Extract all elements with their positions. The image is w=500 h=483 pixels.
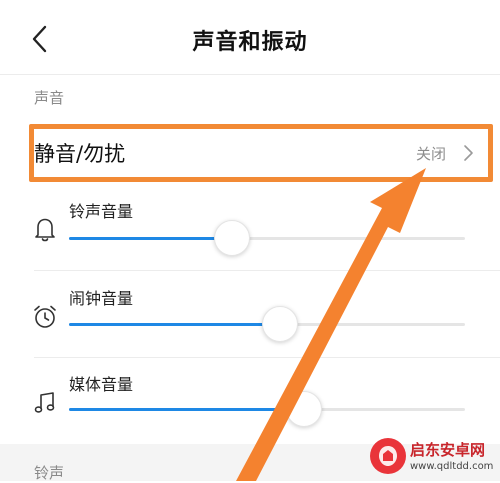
volume-slider-track[interactable] (69, 306, 465, 342)
volume-label: 闹钟音量 (69, 289, 134, 308)
divider (34, 270, 500, 271)
volume-label: 媒体音量 (69, 375, 134, 394)
watermark-title: 启东安卓网 (410, 441, 486, 459)
volume-slider-thumb[interactable] (261, 306, 298, 342)
watermark-badge-icon (370, 438, 406, 474)
volume-row-ringer: 铃声音量 (0, 190, 500, 276)
bell-icon (35, 218, 55, 242)
music-note-icon (34, 392, 55, 413)
annotation-highlight-box (29, 124, 493, 182)
volume-slider-fill (69, 408, 303, 411)
volume-label: 铃声音量 (69, 202, 134, 221)
watermark-logo: 启东安卓网 www.qdltdd.com (370, 436, 498, 478)
volume-slider-track[interactable] (69, 391, 465, 427)
section-label-ringtone: 铃声 (34, 464, 65, 482)
volume-row-alarm: 闹钟音量 (0, 276, 500, 362)
volume-slider-fill (69, 323, 279, 326)
header-bar: 声音和振动 (0, 0, 500, 75)
volume-slider-track[interactable] (69, 220, 465, 256)
watermark-url: www.qdltdd.com (410, 461, 494, 472)
page-title: 声音和振动 (192, 30, 308, 55)
volume-slider-thumb[interactable] (285, 391, 322, 427)
volume-slider-fill (69, 237, 232, 240)
alarm-clock-icon (34, 305, 56, 328)
volume-slider-thumb[interactable] (214, 220, 251, 256)
divider (34, 357, 500, 358)
section-label-sound: 声音 (34, 89, 65, 107)
